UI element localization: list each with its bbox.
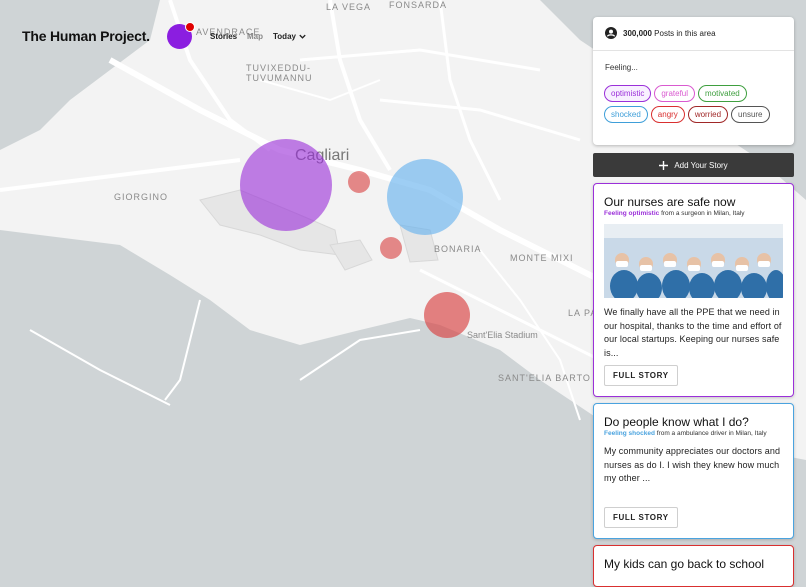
map-label-bonaria: BONARIA [434,244,482,254]
map-label-monte-mixi: MONTE MIXI [510,253,574,263]
add-story-button[interactable]: Add Your Story [593,153,794,177]
feeling-chip-shocked[interactable]: shocked [604,106,648,123]
story-from: from a surgeon in Milan, Italy [661,210,745,217]
story-card[interactable]: Do people know what I do? Feeling shocke… [593,403,794,539]
feeling-chip-motivated[interactable]: motivated [698,85,747,102]
divider [593,50,794,51]
posts-label: Posts in this area [654,28,716,38]
map-label-tuvixeddu-1: TUVIXEDDU- [246,63,311,73]
feeling-chip-unsure[interactable]: unsure [731,106,770,123]
feeling-chips: optimistic grateful motivated shocked angry w… [604,85,790,123]
story-title: Do people know what I do? [604,415,749,429]
story-feeling: Feeling optimistic [604,210,660,217]
posts-count-row: 300,000 Posts in this area [605,27,716,39]
nav-today-dropdown[interactable]: Today [273,32,307,41]
map-label-tuvixeddu-2: TUVUMANNU [246,73,313,83]
nav-map[interactable]: Map [247,32,263,41]
map-label-giorgino: GIORGINO [114,192,168,202]
account-icon [605,27,617,39]
story-from: from a ambulance driver in Milan, Italy [656,430,767,437]
map-label-santelia-stadium: Sant'Elia Stadium [467,330,538,340]
brand-title[interactable]: The Human Project. [22,28,150,44]
full-story-button[interactable]: FULL STORY [604,507,678,528]
feeling-chip-worried[interactable]: worried [687,106,729,123]
plus-icon [659,160,669,170]
story-meta: Feeling optimistic from a surgeon in Mil… [604,210,783,217]
feeling-chip-angry[interactable]: angry [650,106,685,123]
chevron-down-icon [299,34,306,39]
emotion-bubble-angry-large[interactable] [424,292,470,338]
story-excerpt: My community appreciates our doctors and… [604,446,781,483]
map-label-santelia-bartolo: SANT'ELIA BARTO [498,373,591,383]
story-feeling: Feeling shocked [604,430,655,437]
story-title: Our nurses are safe now [604,195,736,209]
feeling-label: Feeling... [605,63,638,72]
emotion-bubble-angry-small[interactable] [348,171,370,193]
emotion-bubble-optimistic[interactable] [240,139,332,231]
story-card[interactable]: Our nurses are safe now Feeling optimist… [593,183,794,397]
story-excerpt: We finally have all the PPE that we need… [604,307,782,358]
map-label-fonsarda: FONSARDA [389,0,447,10]
story-card[interactable]: My kids can go back to school [593,545,794,587]
story-title: My kids can go back to school [604,557,765,571]
feeling-chip-grateful[interactable]: grateful [654,85,696,102]
filter-panel: 300,000 Posts in this area Feeling... op… [593,17,794,145]
emotion-bubble-shocked[interactable] [387,159,463,235]
story-meta: Feeling shocked from a ambulance driver … [604,430,783,437]
story-photo [604,224,783,298]
nav-stories[interactable]: Stories [210,32,237,41]
full-story-button[interactable]: FULL STORY [604,365,678,386]
posts-count: 300,000 [623,28,652,38]
feeling-chip-optimistic[interactable]: optimistic [604,85,652,102]
nav-today-label: Today [273,32,296,41]
notification-badge [185,22,195,32]
map-label-la-vega: LA VEGA [326,2,371,12]
add-story-label: Add Your Story [674,160,728,170]
emotion-bubble-angry-mid[interactable] [380,237,402,259]
